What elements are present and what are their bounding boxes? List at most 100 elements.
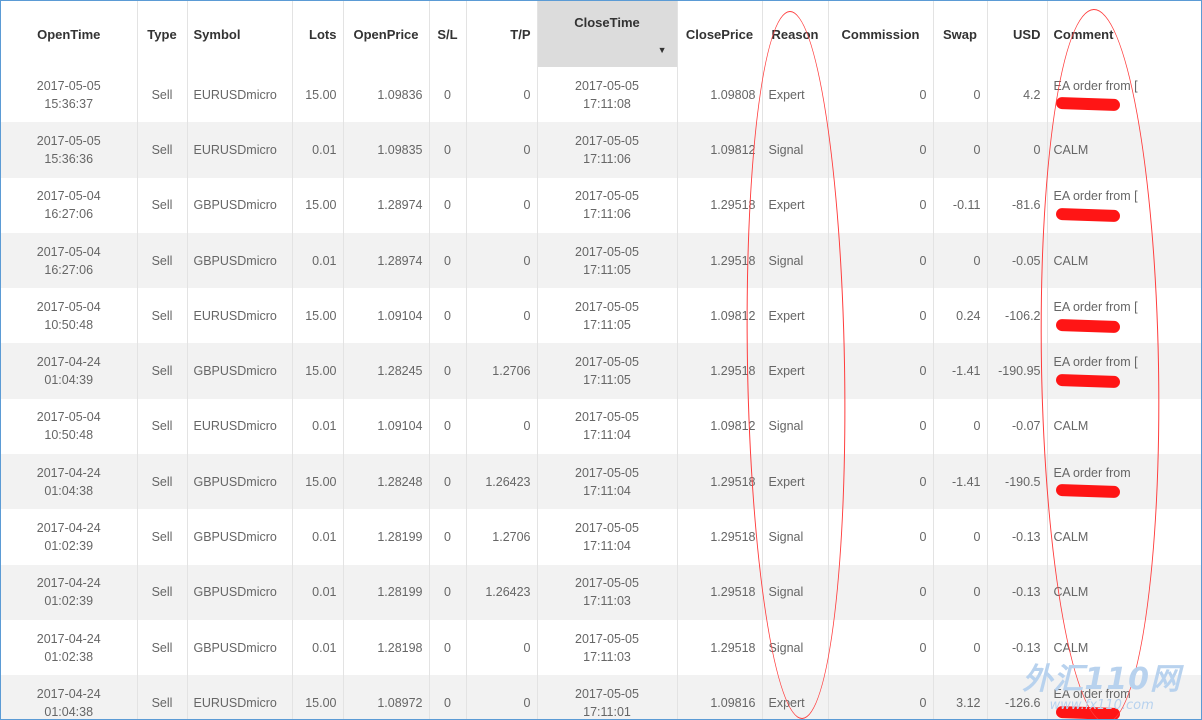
lots-cell: 0.01 <box>292 398 344 455</box>
table-row[interactable]: 2017-05-04 10:50:48 Sell EURUSDmicro 15.00 1.… <box>1 288 1201 344</box>
col-header-openprice[interactable]: OpenPrice <box>343 1 430 67</box>
open-price-cell: 1.28974 <box>343 177 430 233</box>
open-price-cell: 1.28245 <box>343 343 430 399</box>
close-time-cell: 2017-05-05 17:11:05 <box>537 288 678 344</box>
close-price-cell: 1.29518 <box>677 564 763 620</box>
tp-cell: 1.2706 <box>466 343 538 399</box>
close-time-cell: 2017-05-05 17:11:03 <box>537 619 678 676</box>
col-header-commission[interactable]: Commission <box>828 1 934 67</box>
type-cell: Sell <box>137 232 188 289</box>
comment-cell: CALM <box>1047 232 1201 289</box>
symbol-cell: GBPUSDmicro <box>187 564 293 620</box>
col-header-tp[interactable]: T/P <box>466 1 538 67</box>
commission-cell: 0 <box>828 232 934 289</box>
table-row[interactable]: 2017-05-04 16:27:06 Sell GBPUSDmicro 0.01 1.2… <box>1 232 1201 289</box>
open-clock: 15:36:36 <box>44 151 94 166</box>
usd-cell: -0.13 <box>987 509 1048 565</box>
reason-cell: Signal <box>762 619 829 676</box>
comment-text: EA order from [ <box>1053 355 1138 370</box>
sl-cell: 0 <box>429 454 467 510</box>
symbol-cell: GBPUSDmicro <box>187 509 293 565</box>
open-price-cell: 1.28974 <box>343 232 430 289</box>
open-clock: 01:02:39 <box>44 539 94 554</box>
usd-cell: 0 <box>987 122 1048 178</box>
reason-cell: Signal <box>762 398 829 455</box>
col-header-comment[interactable]: Comment <box>1047 1 1201 67</box>
tp-cell: 0 <box>466 398 538 455</box>
commission-cell: 0 <box>828 122 934 178</box>
comment-cell: EA order from [ <box>1047 177 1201 233</box>
open-price-cell: 1.28199 <box>343 509 430 565</box>
open-date: 2017-05-04 <box>36 244 101 259</box>
col-header-closetime[interactable]: CloseTime ▼ <box>537 1 678 67</box>
col-header-swap[interactable]: Swap <box>933 1 988 67</box>
open-date: 2017-05-05 <box>36 133 101 148</box>
sl-cell: 0 <box>429 509 467 565</box>
lots-cell: 15.00 <box>292 675 344 719</box>
close-clock: 17:11:01 <box>583 704 631 719</box>
sl-cell: 0 <box>429 675 467 719</box>
close-time-cell: 2017-05-05 17:11:03 <box>537 564 678 620</box>
swap-cell: -0.11 <box>933 177 988 233</box>
tp-cell: 0 <box>466 232 538 289</box>
open-date: 2017-04-24 <box>36 355 101 370</box>
comment-text: EA order from [ <box>1053 189 1138 204</box>
type-cell: Sell <box>137 509 188 565</box>
open-clock: 01:04:38 <box>44 483 94 498</box>
comment-cell: EA order from <box>1047 454 1201 510</box>
type-cell: Sell <box>137 122 188 178</box>
commission-cell: 0 <box>828 509 934 565</box>
table-row[interactable]: 2017-04-24 01:02:39 Sell GBPUSDmicro 0.01 1.2… <box>1 564 1201 620</box>
open-clock: 10:50:48 <box>44 428 94 443</box>
col-header-type[interactable]: Type <box>137 1 188 67</box>
col-header-sl[interactable]: S/L <box>429 1 467 67</box>
close-date: 2017-05-05 <box>575 521 639 536</box>
close-clock: 17:11:04 <box>583 539 631 554</box>
col-header-usd[interactable]: USD <box>987 1 1048 67</box>
close-time-cell: 2017-05-05 17:11:01 <box>537 675 678 719</box>
open-clock: 01:02:38 <box>44 649 94 664</box>
table-row[interactable]: 2017-04-24 01:04:39 Sell GBPUSDmicro 15.00 1.… <box>1 343 1201 399</box>
table-row[interactable]: 2017-05-05 15:36:37 Sell EURUSDmicro 15.00 1.… <box>1 67 1201 123</box>
table-row[interactable]: 2017-05-05 15:36:36 Sell EURUSDmicro 0.01 1.0… <box>1 122 1201 178</box>
col-header-closetime-label: CloseTime <box>574 15 640 30</box>
col-header-closeprice[interactable]: ClosePrice <box>677 1 763 67</box>
open-time-cell: 2017-04-24 01:02:39 <box>1 564 138 620</box>
open-price-cell: 1.09836 <box>343 67 430 123</box>
type-cell: Sell <box>137 675 188 719</box>
open-time-cell: 2017-04-24 01:02:39 <box>1 509 138 565</box>
swap-cell: 3.12 <box>933 675 988 719</box>
commission-cell: 0 <box>828 619 934 676</box>
table-row[interactable]: 2017-05-04 16:27:06 Sell GBPUSDmicro 15.00 1.… <box>1 177 1201 233</box>
reason-cell: Expert <box>762 675 829 719</box>
type-cell: Sell <box>137 288 188 344</box>
col-header-symbol[interactable]: Symbol <box>187 1 293 67</box>
close-time-cell: 2017-05-05 17:11:04 <box>537 509 678 565</box>
reason-cell: Signal <box>762 509 829 565</box>
table-row[interactable]: 2017-05-04 10:50:48 Sell EURUSDmicro 0.01 1.0… <box>1 398 1201 455</box>
close-date: 2017-05-05 <box>575 189 639 204</box>
swap-cell: 0.24 <box>933 288 988 344</box>
close-price-cell: 1.29518 <box>677 509 763 565</box>
open-date: 2017-05-04 <box>36 299 101 314</box>
close-clock: 17:11:05 <box>583 373 631 388</box>
lots-cell: 0.01 <box>292 564 344 620</box>
tp-cell: 0 <box>466 67 538 123</box>
swap-cell: 0 <box>933 67 988 123</box>
comment-cell: EA order from [ <box>1047 288 1201 344</box>
col-header-reason[interactable]: Reason <box>762 1 829 67</box>
comment-text: CALM <box>1053 640 1089 655</box>
table-row[interactable]: 2017-04-24 01:02:39 Sell GBPUSDmicro 0.01 1.2… <box>1 509 1201 565</box>
close-date: 2017-05-05 <box>575 244 639 259</box>
reason-cell: Signal <box>762 232 829 289</box>
type-cell: Sell <box>137 398 188 455</box>
open-time-cell: 2017-04-24 01:02:38 <box>1 619 138 676</box>
table-row[interactable]: 2017-04-24 01:04:38 Sell EURUSDmicro 15.00 1.… <box>1 675 1201 719</box>
col-header-opentime[interactable]: OpenTime <box>1 1 138 67</box>
col-header-lots[interactable]: Lots <box>292 1 344 67</box>
comment-text: CALM <box>1053 419 1089 434</box>
table-row[interactable]: 2017-04-24 01:04:38 Sell GBPUSDmicro 15.00 1.… <box>1 454 1201 510</box>
table-row[interactable]: 2017-04-24 01:02:38 Sell GBPUSDmicro 0.01 1.2… <box>1 619 1201 676</box>
symbol-cell: EURUSDmicro <box>187 288 293 344</box>
symbol-cell: EURUSDmicro <box>187 398 293 455</box>
